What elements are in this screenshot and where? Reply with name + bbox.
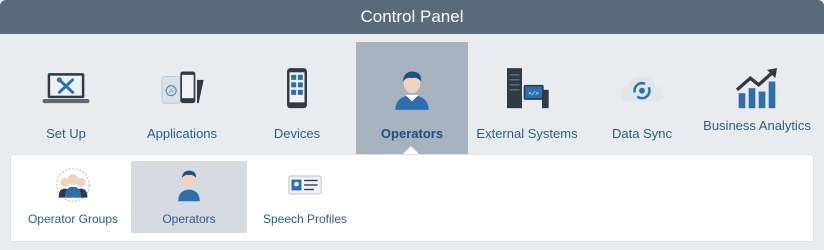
tab-label: Operators (380, 126, 444, 141)
operator-group-icon (56, 168, 90, 202)
server-icon: </> (507, 68, 549, 109)
id-card-icon (288, 175, 322, 195)
tab-set-up[interactable]: Set Up (10, 42, 122, 154)
subtab-speech-profiles[interactable]: Speech Profiles (247, 161, 363, 233)
tab-business-analytics[interactable]: Business Analytics (701, 42, 813, 154)
subtab-label: Operators (162, 212, 216, 226)
tab-label: Devices (273, 126, 321, 141)
tab-operators[interactable]: Operators (356, 42, 468, 154)
page-title: Control Panel (0, 0, 824, 34)
tab-label: Business Analytics (703, 118, 811, 133)
subtab-operators[interactable]: Operators (131, 161, 247, 233)
sub-tabs-panel: Operator Groups Operators Speech Profile… (10, 154, 814, 242)
subtab-label: Speech Profiles (262, 212, 348, 226)
subtab-operator-groups[interactable]: Operator Groups (15, 161, 131, 233)
svg-text:A: A (169, 88, 174, 95)
svg-text:</>: </> (528, 90, 539, 97)
tab-label: Data Sync (612, 126, 672, 141)
main-tabs: Set Up A Applications Devices Operators … (0, 34, 824, 154)
tab-label: Set Up (46, 126, 86, 141)
tab-devices[interactable]: Devices (241, 42, 353, 154)
laptop-tools-icon (42, 73, 90, 104)
tab-applications[interactable]: A Applications (126, 42, 238, 154)
chart-up-icon (735, 68, 777, 109)
operator-icon (395, 71, 429, 110)
tab-external-systems[interactable]: </> External Systems (471, 42, 583, 154)
active-tab-pointer (403, 146, 419, 154)
tab-label: External Systems (476, 126, 578, 141)
operator-icon (178, 170, 200, 202)
tab-data-sync[interactable]: Data Sync (586, 42, 698, 154)
mobile-device-icon (287, 68, 307, 109)
cloud-sync-icon (620, 76, 664, 102)
tab-label: Applications (146, 126, 218, 141)
phone-app-icon: A (161, 71, 204, 104)
subtab-label: Operator Groups (27, 212, 119, 226)
